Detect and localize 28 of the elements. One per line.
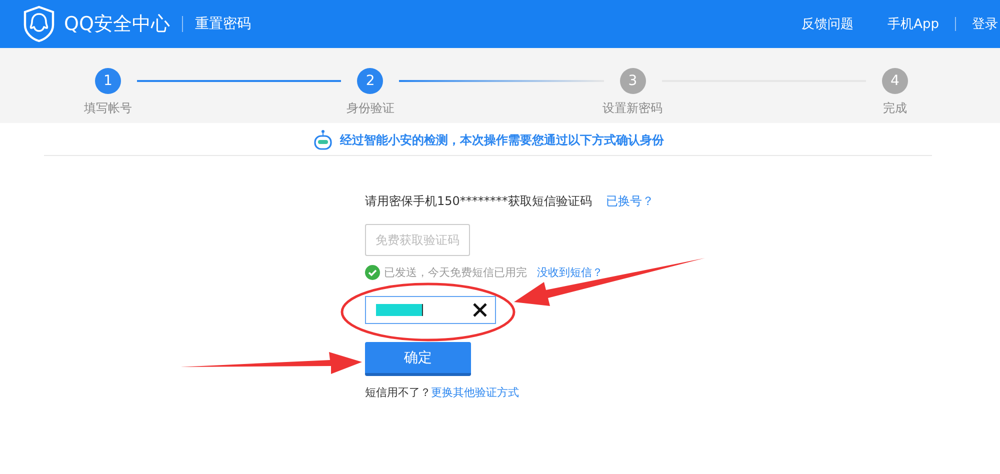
step-label: 填写帐号: [84, 100, 132, 117]
step-label: 身份验证: [346, 100, 394, 117]
clear-icon[interactable]: [473, 303, 487, 317]
not-received-link[interactable]: 没收到短信？: [537, 265, 603, 280]
header-link[interactable]: 手机App: [888, 15, 939, 33]
robot-icon: [312, 129, 334, 151]
verification-notice: 经过智能小安的检测，本次操作需要您通过以下方式确认身份: [340, 132, 664, 148]
step-number: 3: [620, 68, 646, 94]
redaction-mark: [376, 304, 424, 316]
step-number: 4: [882, 68, 908, 94]
step-label: 完成: [882, 100, 907, 117]
header-link[interactable]: 登录: [972, 15, 998, 33]
check-icon: [365, 265, 380, 280]
step-number: 2: [357, 68, 384, 94]
header-link[interactable]: 反馈问题: [802, 15, 854, 33]
get-code-button[interactable]: 免费获取验证码: [365, 224, 470, 256]
changed-number-link[interactable]: 已换号？: [606, 193, 654, 210]
sms-unavailable-text: 短信用不了？: [365, 386, 431, 399]
sms-status: 已发送，今天免费短信已用完: [384, 265, 527, 280]
other-method-link[interactable]: 更换其他验证方式: [431, 386, 519, 399]
sms-prompt: 请用密保手机150********获取短信验证码: [365, 193, 592, 210]
shield-logo-icon: [22, 5, 56, 43]
page-title: 重置密码: [194, 15, 251, 33]
site-title: QQ安全中心: [64, 12, 170, 37]
confirm-button[interactable]: 确定: [365, 342, 471, 376]
step-number: 1: [95, 68, 121, 94]
code-input-field[interactable]: [365, 296, 496, 324]
step-label: 设置新密码: [602, 100, 663, 117]
